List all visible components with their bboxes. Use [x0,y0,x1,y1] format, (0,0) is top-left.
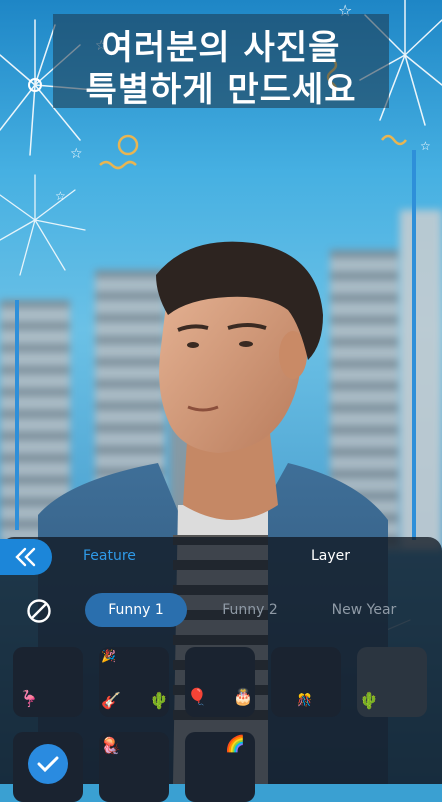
no-frame-icon[interactable] [26,598,52,624]
svg-text:☆: ☆ [420,139,431,153]
frame-tile[interactable]: 🌵 [357,647,427,717]
frame-right-line [412,150,416,540]
flamingo-sticker-icon: 🦩 [19,689,39,708]
balloons-sticker-icon: 🎈 [187,687,207,706]
cake-sticker-icon: 🎂 [233,687,253,706]
rainbow-sticker-icon: 🌈 [225,734,245,753]
cactus-sticker-icon: 🌵 [149,691,169,710]
double-chevron-left-icon [15,547,36,567]
category-funny-1[interactable]: Funny 1 [85,593,187,627]
cactus-sticker-icon: 🌵 [359,691,379,710]
bunting-sticker-icon: 🎉 [101,649,116,663]
guitar-sticker-icon: 🎸 [101,691,121,710]
title-banner: 여러분의 사진을 특별하게 만드세요 [53,14,389,110]
svg-text:☆: ☆ [70,146,83,162]
frame-tile[interactable]: 🎉 🎸 🌵 [99,647,169,717]
checkmark-icon [37,756,59,773]
category-new-year[interactable]: New Year [318,593,410,627]
tab-feature[interactable]: Feature [83,548,136,564]
streamer-decoration [99,134,139,170]
frame-tile[interactable]: 🎊 [271,647,341,717]
frame-tile[interactable]: 🎈 🎂 [185,647,255,717]
frame-tile[interactable]: 🌈 [185,732,255,802]
party-sticker-icon: 🎊 [297,693,312,707]
frame-tile[interactable]: 🪼 [99,732,169,802]
selected-frame-checkmark[interactable] [28,744,68,784]
frame-tile[interactable]: 🦩 [13,647,83,717]
category-funny-2[interactable]: Funny 2 [205,593,295,627]
frame-left-line [15,300,19,530]
title-line-2: 특별하게 만드세요 [85,70,357,110]
back-button[interactable] [0,539,52,575]
svg-text:☆: ☆ [55,189,66,203]
jellyfish-sticker-icon: 🪼 [101,736,121,755]
tab-layer[interactable]: Layer [311,548,350,564]
